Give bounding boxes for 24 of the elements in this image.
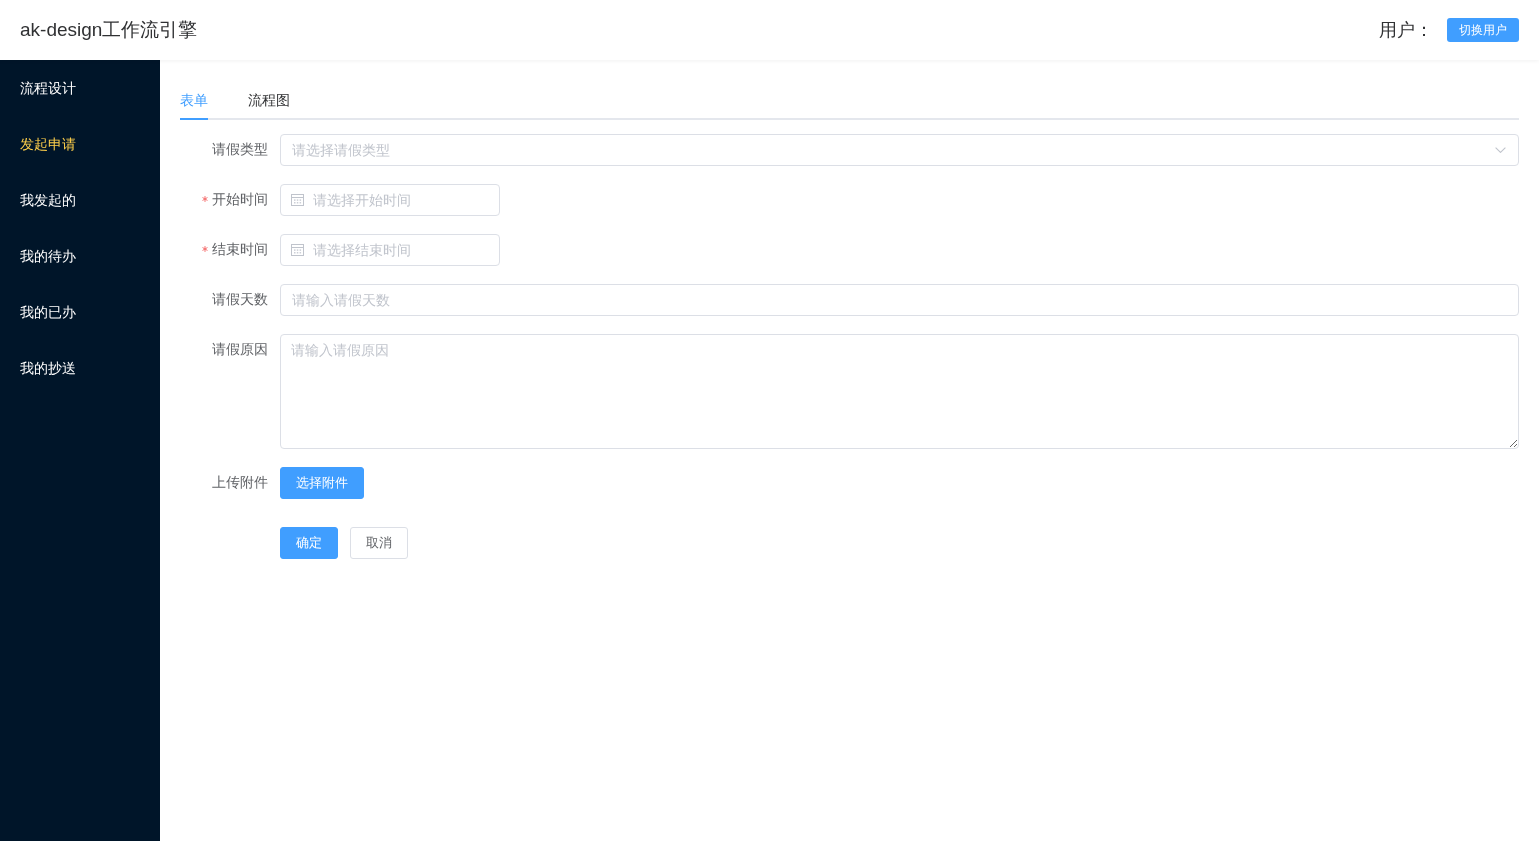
sidebar-item[interactable]: 我的待办 [0, 228, 88, 284]
sidebar-item[interactable]: 发起申请 [0, 116, 88, 172]
sidebar-item[interactable]: 流程设计 [0, 60, 88, 116]
field-label: 开始时间 [212, 191, 268, 209]
app-title: ak-design工作流引擎 [20, 18, 198, 42]
field-label: 上传附件 [212, 474, 268, 492]
field-label: 请假天数 [212, 291, 268, 309]
tab[interactable]: 流程图 [248, 80, 290, 120]
calendar-icon [291, 244, 304, 256]
sidebar-item[interactable]: 我的已办 [0, 284, 88, 340]
date-picker-field[interactable]: 请选择结束时间 [280, 234, 500, 266]
cancel-button[interactable]: 取消 [350, 527, 408, 559]
textarea-field[interactable]: 请输入请假原因 [280, 334, 1519, 449]
sidebar-item[interactable]: 我发起的 [0, 172, 88, 228]
select-field[interactable]: 请选择请假类型 [280, 134, 1519, 166]
user-label: 用户： [1379, 19, 1433, 42]
date-picker-field[interactable]: 请选择开始时间 [280, 184, 500, 216]
field-label: 请假原因 [212, 341, 268, 359]
input-field[interactable]: 请输入请假天数 [280, 284, 1519, 316]
field-label: 请假类型 [212, 141, 268, 159]
sidebar-item[interactable]: 我的抄送 [0, 340, 88, 396]
field-label: 结束时间 [212, 241, 268, 259]
chevron-down-icon [1495, 147, 1506, 153]
calendar-icon [291, 194, 304, 206]
